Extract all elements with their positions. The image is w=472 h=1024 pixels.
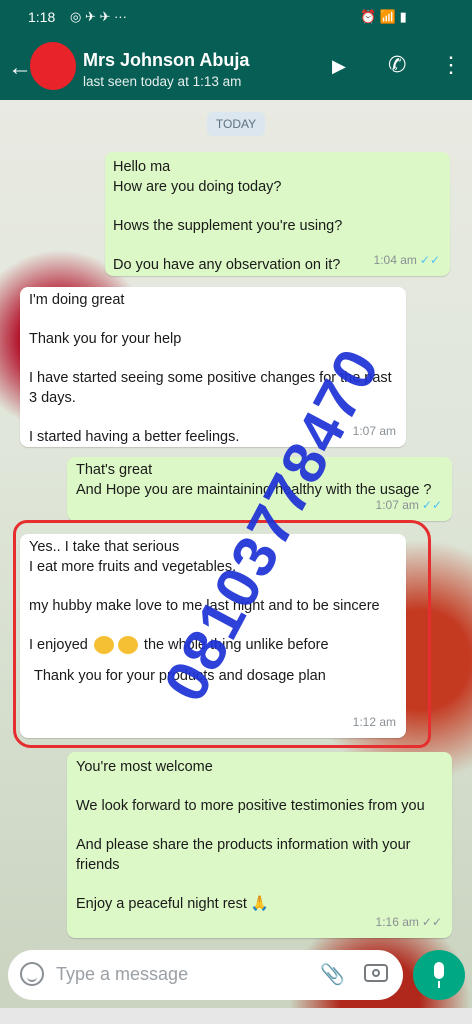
avatar[interactable] [26,38,80,94]
message-bubble-outgoing[interactable]: Hello ma How are you doing today? Hows t… [105,152,450,276]
camera-icon[interactable] [364,964,388,982]
attach-icon[interactable]: 📎 [320,962,345,987]
last-seen-status: last seen today at 1:13 am [83,74,242,89]
status-time: 1:18 [28,9,56,25]
read-receipt-icon: ✓✓ [419,252,440,267]
back-arrow-icon[interactable]: ← [8,54,32,82]
message-input[interactable]: Type a message [56,964,188,985]
date-chip: TODAY [207,112,265,136]
message-bubble-outgoing[interactable]: You're most welcome We look forward to m… [67,752,452,938]
hugging-face-emoji-icon [117,635,138,654]
hugging-face-emoji-icon [93,635,114,654]
voice-call-icon[interactable]: ✆ [388,52,406,78]
message-meta: 1:07 am ✓✓ [375,497,442,512]
message-text: You're most welcome We look forward to m… [76,759,425,912]
read-receipt-icon: ✓✓ [421,497,442,512]
delivered-receipt-icon: ✓✓ [421,914,442,929]
menu-icon[interactable]: ⋮ [440,52,462,78]
notification-icons: ◎ ✈ ✈ ··· [70,9,127,24]
message-time: 1:12 am [352,714,396,729]
mic-button[interactable] [413,950,465,1000]
system-icons: ⏰ 📶 ▮ [360,9,407,24]
video-call-icon[interactable]: ▶ [332,56,346,77]
contact-name[interactable]: Mrs Johnson Abuja [83,50,249,71]
system-nav-bar [0,1008,472,1024]
emoji-icon[interactable] [20,962,44,986]
message-input-bar[interactable]: Type a message 📎 [8,950,403,1000]
message-meta: 1:16 am ✓✓ [375,914,442,929]
message-meta: 1:04 am ✓✓ [373,252,440,267]
status-bar: 1:18 ◎ ✈ ✈ ··· ⏰ 📶 ▮ [0,0,472,36]
chat-header: ← Mrs Johnson Abuja last seen today at 1… [0,36,472,100]
